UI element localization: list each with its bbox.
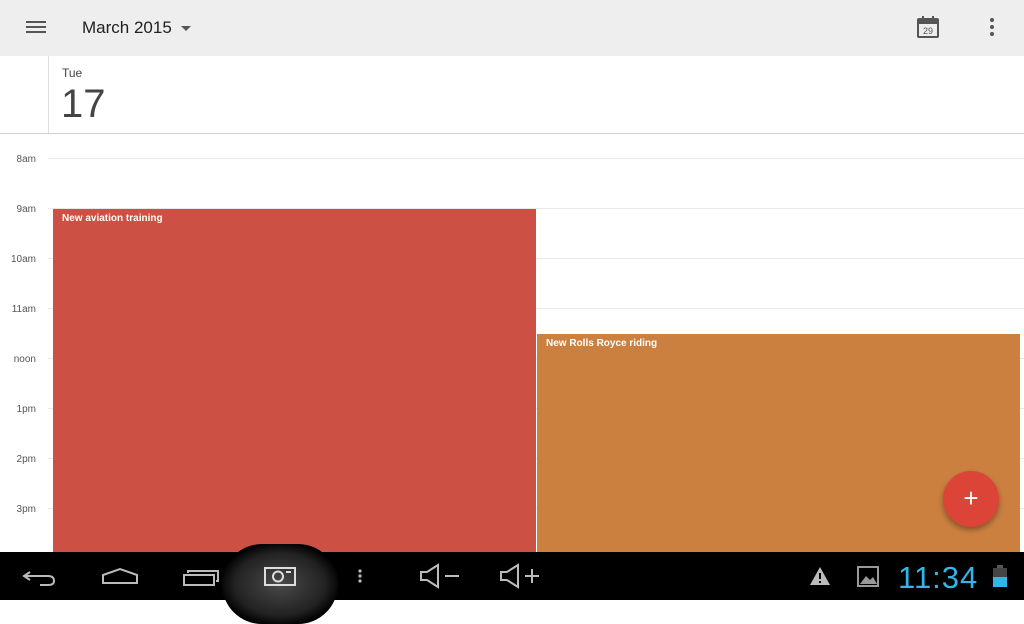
- volume-down-icon[interactable]: [418, 552, 462, 600]
- hour-label: 10am: [10, 254, 36, 265]
- battery-icon[interactable]: [990, 552, 1010, 600]
- event-rolls-royce-riding[interactable]: New Rolls Royce riding: [537, 334, 1020, 552]
- hour-label: 11am: [11, 304, 36, 315]
- recent-apps-icon[interactable]: [182, 552, 222, 600]
- calendar-today-icon[interactable]: 29: [917, 16, 939, 38]
- hamburger-menu-icon[interactable]: [24, 18, 48, 38]
- day-time-grid[interactable]: 8am 9am 10am 11am noon 1pm 2pm 3pm New a…: [0, 134, 1024, 552]
- hour-label: noon: [13, 354, 36, 365]
- event-title: New Rolls Royce riding: [546, 338, 658, 349]
- back-icon[interactable]: [20, 552, 60, 600]
- home-icon[interactable]: [100, 552, 140, 600]
- gallery-icon[interactable]: [856, 552, 880, 600]
- day-header: Tue 17: [0, 56, 1024, 134]
- menu-dots-icon[interactable]: [352, 552, 368, 600]
- divider: [48, 56, 49, 133]
- month-selector[interactable]: March 2015: [82, 18, 172, 38]
- add-event-button[interactable]: +: [943, 471, 999, 527]
- dropdown-caret-icon[interactable]: [181, 26, 191, 31]
- warning-icon[interactable]: [808, 552, 832, 600]
- hour-label: 3pm: [16, 504, 36, 515]
- hour-label: 8am: [16, 154, 36, 165]
- screenshot-icon[interactable]: [262, 552, 298, 600]
- volume-up-icon[interactable]: [498, 552, 542, 600]
- hour-label: 2pm: [16, 454, 36, 465]
- hour-label: 1pm: [16, 404, 36, 415]
- event-aviation-training[interactable]: New aviation training: [53, 209, 536, 552]
- hour-label: 9am: [16, 204, 36, 215]
- event-title: New aviation training: [62, 213, 163, 224]
- date-number[interactable]: 17: [61, 82, 106, 127]
- hour-gridline: [48, 158, 1024, 159]
- more-vert-icon[interactable]: [986, 18, 998, 38]
- weekday-label: Tue: [62, 66, 83, 80]
- status-clock[interactable]: 11:34: [898, 560, 978, 596]
- system-nav-bar: 11:34: [0, 544, 1024, 624]
- app-toolbar: March 2015 29: [0, 0, 1024, 56]
- today-icon-day: 29: [923, 26, 933, 36]
